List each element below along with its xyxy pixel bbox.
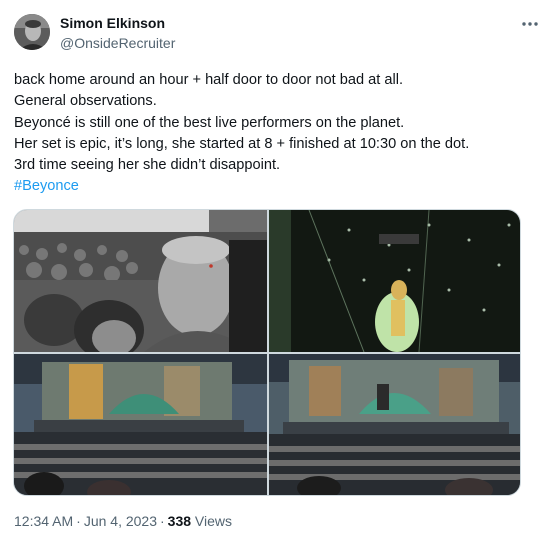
tweet-card: Simon Elkinson @OnsideRecruiter back hom… — [0, 0, 558, 538]
tweet-line: back home around an hour + half door to … — [14, 72, 404, 88]
tweet-line: 3rd time seeing her she didn’t disappoin… — [14, 157, 281, 174]
tweet-header: Simon Elkinson @OnsideRecruiter — [14, 14, 542, 54]
more-horizontal-icon[interactable] — [518, 18, 542, 36]
tweet-line: Her set is epic, it’s long, she started … — [14, 135, 470, 152]
photo-selfie[interactable] — [14, 210, 267, 352]
display-name[interactable]: Simon Elkinson — [60, 15, 175, 32]
avatar[interactable] — [14, 14, 50, 50]
media-grid — [13, 209, 521, 496]
performer-stage-photo-icon — [269, 210, 520, 352]
tweet-line: Beyoncé is still one of the best live pe… — [14, 114, 405, 131]
meta-separator: · — [160, 513, 165, 529]
stadium-stage-photo-icon — [269, 354, 520, 495]
tweet-text: back home around an hour + half door to … — [14, 70, 544, 198]
tweet-line: General observations. — [14, 93, 157, 110]
views-count[interactable]: 338 — [168, 513, 191, 529]
author-names: Simon Elkinson @OnsideRecruiter — [60, 15, 175, 52]
user-handle[interactable]: @OnsideRecruiter — [60, 34, 175, 52]
tweet-time[interactable]: 12:34 AM — [14, 513, 73, 529]
profile-photo-icon — [14, 14, 50, 50]
stadium-stage-photo-icon — [14, 354, 267, 495]
meta-separator: · — [76, 513, 81, 529]
tweet-meta: 12:34 AM · Jun 4, 2023 · 338 Views — [14, 512, 232, 530]
photo-stadium-right[interactable] — [269, 354, 520, 495]
hashtag-link[interactable]: #Beyonce — [14, 178, 79, 194]
tweet-date[interactable]: Jun 4, 2023 — [84, 513, 157, 529]
selfie-crowd-photo-icon — [14, 210, 267, 352]
photo-performer[interactable] — [269, 210, 520, 352]
views-label: Views — [194, 513, 233, 529]
photo-stadium-left[interactable] — [14, 354, 267, 495]
